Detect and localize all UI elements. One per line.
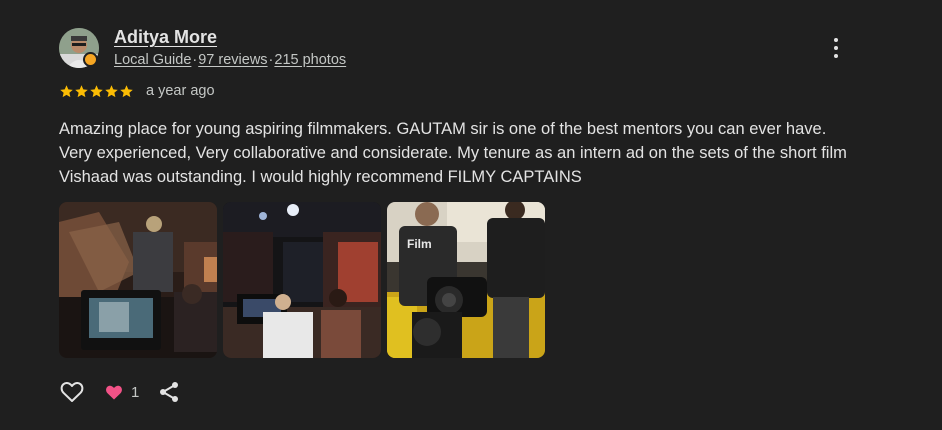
review-photo-1[interactable] bbox=[59, 202, 217, 358]
reaction-summary[interactable]: 1 bbox=[104, 382, 139, 402]
heart-outline-icon[interactable] bbox=[58, 378, 86, 406]
local-guide-badge-icon bbox=[83, 52, 98, 67]
photos-count-link[interactable]: 215 photos bbox=[274, 52, 346, 68]
review-photo-3[interactable]: Film bbox=[387, 202, 545, 358]
more-options-icon[interactable] bbox=[826, 36, 846, 60]
heart-filled-icon bbox=[106, 385, 122, 400]
meta-separator: · bbox=[268, 52, 274, 68]
star-icon bbox=[75, 84, 88, 97]
author-meta: Local Guide·97 reviews·215 photos bbox=[114, 52, 346, 68]
star-icon bbox=[90, 84, 103, 97]
review-photo-2[interactable] bbox=[223, 202, 381, 358]
review-card: Aditya More Local Guide·97 reviews·215 p… bbox=[0, 0, 942, 430]
review-text: Amazing place for young aspiring filmmak… bbox=[59, 120, 847, 186]
star-icon bbox=[60, 84, 73, 97]
reviews-count-link[interactable]: 97 reviews bbox=[198, 52, 267, 68]
star-icon bbox=[120, 84, 133, 97]
star-rating bbox=[59, 84, 134, 99]
meta-separator: · bbox=[192, 52, 198, 68]
local-guide-link[interactable]: Local Guide bbox=[114, 52, 191, 68]
author-name[interactable]: Aditya More bbox=[114, 27, 217, 48]
reaction-count: 1 bbox=[131, 383, 140, 401]
review-time: a year ago bbox=[146, 83, 215, 99]
review-actions: 1 bbox=[58, 378, 181, 406]
star-icon bbox=[105, 84, 118, 97]
photo-shirt-text: Film bbox=[407, 237, 432, 251]
review-photos: Film bbox=[59, 202, 545, 358]
share-icon[interactable] bbox=[157, 380, 181, 404]
rating-row: a year ago bbox=[59, 83, 215, 99]
